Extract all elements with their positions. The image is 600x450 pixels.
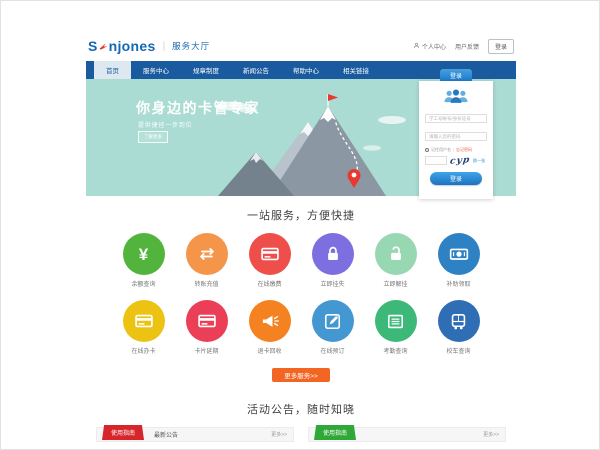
service-item[interactable]: 立即解挂 <box>364 233 427 288</box>
service-item[interactable]: 校车查询 <box>427 300 490 355</box>
tab-usage-guide-right[interactable]: 使用指南 <box>314 425 356 440</box>
banknote-icon <box>438 233 480 275</box>
announcement-panels: 使用指南 最新公告 更多>> 使用指南 更多>> <box>86 427 516 447</box>
top-bar: S njones | 服务大厅 个人中心 用户反馈 登录 <box>86 31 516 61</box>
more-services-button[interactable]: 更多服务>> <box>272 368 330 382</box>
yen-icon: ¥ <box>123 233 165 275</box>
remember-checkbox[interactable] <box>425 148 429 152</box>
users-group-icon <box>425 88 487 104</box>
service-label: 立即挂失 <box>320 279 344 288</box>
logo-arrow-icon <box>99 38 108 54</box>
password-input[interactable] <box>425 132 487 141</box>
logo-text-s: S <box>88 38 98 54</box>
nav-item[interactable]: 新闻公告 <box>231 61 281 79</box>
left-panel: 使用指南 最新公告 更多>> <box>96 427 294 447</box>
hero-more-button[interactable]: 了解更多 <box>138 131 168 143</box>
remember-label: 记住用户名 <box>431 147 451 153</box>
service-label: 在线办卡 <box>131 346 155 355</box>
list-icon <box>375 300 417 342</box>
service-item[interactable]: 退卡回收 <box>238 300 301 355</box>
left-panel-body <box>96 442 294 447</box>
right-panel: 使用指南 更多>> <box>308 427 506 447</box>
username-input[interactable] <box>425 114 487 123</box>
left-more-link[interactable]: 更多>> <box>271 431 293 438</box>
login-card: 登录 记住用户名 | 忘记密码 <box>419 69 493 199</box>
captcha-image[interactable]: cyp <box>449 155 471 166</box>
announcements-section: 活动公告，随时知晓 使用指南 最新公告 更多>> 使用指南 更多>> <box>86 391 516 447</box>
page-frame: S njones | 服务大厅 个人中心 用户反馈 登录 首页服务中心规章制度新… <box>0 0 600 450</box>
megaphone-icon <box>249 300 291 342</box>
service-item[interactable]: 在线缴费 <box>238 233 301 288</box>
tab-latest-announcements[interactable]: 最新公告 <box>154 430 178 439</box>
service-label: 余额查询 <box>131 279 155 288</box>
lock-icon <box>312 233 354 275</box>
site-name: 服务大厅 <box>172 40 210 52</box>
captcha-input[interactable] <box>425 156 447 165</box>
nav-item[interactable]: 规章制度 <box>181 61 231 79</box>
tab-usage-guide[interactable]: 使用指南 <box>102 425 144 440</box>
logo-divider: | <box>163 41 166 52</box>
nav-item[interactable]: 首页 <box>94 61 131 79</box>
user-icon <box>413 42 420 51</box>
service-label: 立即解挂 <box>383 279 407 288</box>
service-item[interactable]: 卡片延期 <box>175 300 238 355</box>
card-icon <box>186 300 228 342</box>
service-label: 考勤查询 <box>383 346 407 355</box>
services-section: 一站服务，方便快捷 ¥ 余额查询 转账充值 在线缴费 立即挂失 立即解挂 补助领取在线办卡 卡… <box>86 196 516 391</box>
service-item[interactable]: ¥ 余额查询 <box>112 233 175 288</box>
login-submit-button[interactable]: 登录 <box>430 172 482 185</box>
right-more-link[interactable]: 更多>> <box>483 431 505 438</box>
card-icon <box>123 300 165 342</box>
announcements-title: 活动公告，随时知晓 <box>86 401 516 417</box>
remember-row: 记住用户名 | 忘记密码 <box>425 147 487 153</box>
top-links: 个人中心 用户反馈 登录 <box>413 39 514 54</box>
service-item[interactable]: 立即挂失 <box>301 233 364 288</box>
service-item[interactable]: 补助领取 <box>427 233 490 288</box>
service-label: 校车查询 <box>446 346 470 355</box>
service-label: 补助领取 <box>446 279 470 288</box>
service-item[interactable]: 在线办卡 <box>112 300 175 355</box>
topbar-login-button[interactable]: 登录 <box>488 39 514 54</box>
services-title: 一站服务，方便快捷 <box>86 207 516 223</box>
login-tab[interactable]: 登录 <box>440 69 472 81</box>
unlock-icon <box>375 233 417 275</box>
right-panel-body <box>308 442 506 447</box>
mountain-illustration <box>204 90 416 196</box>
service-item[interactable]: 转账充值 <box>175 233 238 288</box>
feedback-link[interactable]: 用户反馈 <box>455 42 479 51</box>
forgot-password-link[interactable]: 忘记密码 <box>456 147 472 153</box>
left-panel-header: 使用指南 最新公告 更多>> <box>96 427 294 442</box>
right-panel-header: 使用指南 更多>> <box>308 427 506 442</box>
personal-center-link[interactable]: 个人中心 <box>413 42 446 51</box>
edit-icon <box>312 300 354 342</box>
service-item[interactable]: 在线预订 <box>301 300 364 355</box>
hero-subtitle: 提供捷径一步到位 <box>138 120 192 129</box>
card-icon <box>249 233 291 275</box>
bus-icon <box>438 300 480 342</box>
service-label: 转账充值 <box>194 279 218 288</box>
nav-item[interactable]: 服务中心 <box>131 61 181 79</box>
captcha-row: cyp 换一张 <box>425 156 487 166</box>
service-label: 卡片延期 <box>194 346 218 355</box>
service-label: 在线缴费 <box>257 279 281 288</box>
service-label: 退卡回收 <box>257 346 281 355</box>
service-label: 在线预订 <box>320 346 344 355</box>
service-item[interactable]: 考勤查询 <box>364 300 427 355</box>
change-captcha-link[interactable]: 换一张 <box>473 158 485 164</box>
nav-item[interactable]: 相关链接 <box>331 61 381 79</box>
logo[interactable]: S njones <box>88 38 156 54</box>
transfer-icon <box>186 233 228 275</box>
nav-item[interactable]: 帮助中心 <box>281 61 331 79</box>
login-form: 记住用户名 | 忘记密码 cyp 换一张 登录 <box>419 81 493 199</box>
logo-text-njones: njones <box>109 38 156 54</box>
services-grid: ¥ 余额查询 转账充值 在线缴费 立即挂失 立即解挂 补助领取在线办卡 卡片延期 退卡回收 在线预… <box>86 233 516 355</box>
